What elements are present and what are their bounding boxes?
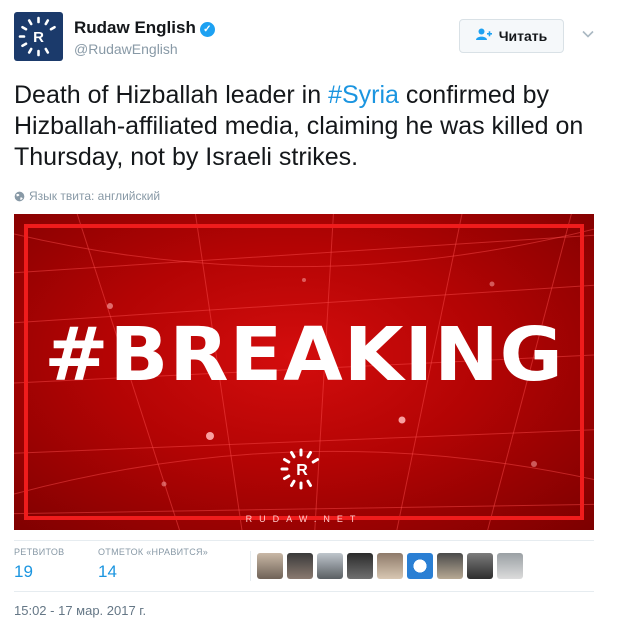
liker-avatar[interactable]	[347, 553, 373, 579]
liker-avatar[interactable]	[287, 553, 313, 579]
liker-avatars	[257, 553, 523, 579]
chevron-down-icon[interactable]	[580, 26, 596, 42]
user-handle[interactable]: @RudawEnglish	[74, 41, 178, 57]
likes-count: 14	[98, 562, 117, 581]
avatar[interactable]: R	[14, 12, 63, 61]
person-plus-icon	[475, 28, 492, 44]
tweet-media-image[interactable]: #BREAKING R RUDAW.NET	[14, 214, 594, 530]
liker-avatar[interactable]	[467, 553, 493, 579]
rudaw-sunburst-logo: R	[280, 448, 319, 490]
rudaw-avatar-logo: R	[18, 16, 56, 57]
likes-stat[interactable]: ОТМЕТОК «НРАВИТСЯ» 14	[98, 547, 208, 582]
tweet-language-text: Язык твита: английский	[29, 189, 161, 203]
tweet-language-note: Язык твита: английский	[14, 189, 160, 203]
liker-avatar[interactable]	[407, 553, 433, 579]
stats-divider	[250, 551, 251, 581]
hashtag-link[interactable]: #Syria	[328, 81, 399, 109]
retweets-stat[interactable]: РЕТВИТОВ 19	[14, 547, 64, 582]
liker-avatar[interactable]	[377, 553, 403, 579]
tweet-text-part-1: Death of Hizballah leader in	[14, 81, 329, 109]
likes-label: ОТМЕТОК «НРАВИТСЯ»	[98, 547, 209, 557]
globe-icon	[14, 191, 25, 201]
display-name-text: Rudaw English	[74, 18, 196, 37]
liker-avatar[interactable]	[257, 553, 283, 579]
follow-button[interactable]: Читать	[459, 19, 564, 53]
retweets-label: РЕТВИТОВ	[14, 547, 65, 557]
tweet-text: Death of Hizballah leader in #Syria conf…	[14, 80, 604, 173]
svg-text:R: R	[296, 462, 308, 479]
verified-badge-icon: ✓	[199, 22, 215, 37]
breaking-headline: #BREAKING	[44, 312, 564, 398]
liker-avatar[interactable]	[317, 553, 343, 579]
tweet-stats-bar: РЕТВИТОВ 19 ОТМЕТОК «НРАВИТСЯ» 14	[14, 540, 594, 592]
svg-text:R: R	[33, 29, 44, 46]
liker-avatar[interactable]	[497, 553, 523, 579]
display-name[interactable]: Rudaw English ✓	[74, 18, 215, 38]
follow-button-label: Читать	[498, 28, 548, 44]
retweets-count: 19	[14, 562, 33, 581]
liker-avatar[interactable]	[437, 553, 463, 579]
rudaw-net-watermark: RUDAW.NET	[245, 514, 363, 524]
tweet-timestamp[interactable]: 15:02 - 17 мар. 2017 г.	[14, 603, 146, 618]
